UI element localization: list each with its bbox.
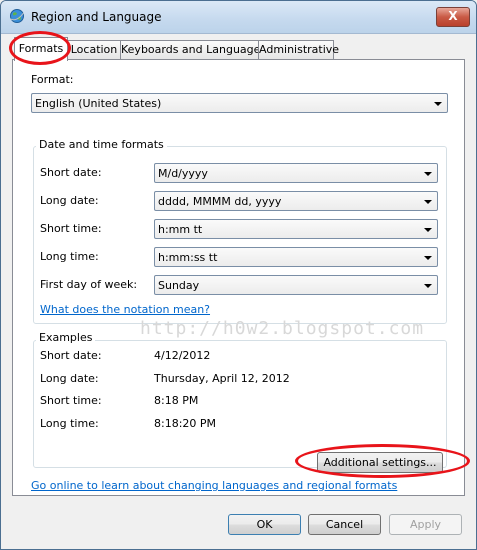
example-short-time-label: Short time: — [40, 394, 102, 407]
window-title: Region and Language — [31, 10, 162, 24]
chevron-down-icon — [424, 200, 432, 204]
example-long-date-label: Long date: — [40, 372, 99, 385]
notation-help-link[interactable]: What does the notation mean? — [40, 303, 210, 316]
example-short-time-value: 8:18 PM — [154, 394, 199, 407]
chevron-down-icon — [434, 102, 442, 106]
tab-administrative[interactable]: Administrative — [258, 40, 339, 60]
cancel-button[interactable]: Cancel — [308, 514, 381, 535]
chevron-down-icon — [424, 228, 432, 232]
long-date-value: dddd, MMMM dd, yyyy — [158, 195, 282, 208]
long-time-value: h:mm:ss tt — [158, 251, 218, 264]
date-time-formats-title: Date and time formats — [36, 138, 167, 151]
formats-tab-panel: Format: English (United States) Date and… — [12, 59, 465, 496]
long-time-label: Long time: — [40, 250, 99, 263]
ok-button[interactable]: OK — [228, 514, 301, 535]
chevron-down-icon — [424, 284, 432, 288]
title-bar[interactable]: Region and Language X — [1, 1, 476, 34]
first-day-of-week-value: Sunday — [158, 279, 200, 292]
example-short-date-label: Short date: — [40, 349, 102, 362]
format-label: Format: — [31, 73, 74, 86]
tab-formats[interactable]: Formats — [14, 37, 68, 61]
tab-location[interactable]: Location — [67, 40, 121, 60]
short-time-dropdown[interactable]: h:mm tt — [154, 219, 438, 239]
chevron-down-icon — [424, 172, 432, 176]
online-help-link[interactable]: Go online to learn about changing langua… — [31, 479, 397, 492]
dialog-client-area: Formats Location Keyboards and Languages… — [7, 34, 470, 546]
apply-button[interactable]: Apply — [389, 514, 462, 535]
examples-title: Examples — [36, 331, 96, 344]
short-date-dropdown[interactable]: M/d/yyyy — [154, 163, 438, 183]
short-time-value: h:mm tt — [158, 223, 203, 236]
globe-icon — [10, 9, 24, 23]
region-and-language-window: Region and Language X Formats Location K… — [0, 0, 477, 550]
format-value: English (United States) — [35, 97, 162, 110]
chevron-down-icon — [424, 256, 432, 260]
long-date-dropdown[interactable]: dddd, MMMM dd, yyyy — [154, 191, 438, 211]
format-dropdown[interactable]: English (United States) — [31, 93, 448, 113]
short-date-value: M/d/yyyy — [158, 167, 208, 180]
additional-settings-button[interactable]: Additional settings... — [317, 452, 443, 473]
close-button[interactable]: X — [436, 7, 470, 27]
short-time-label: Short time: — [40, 222, 102, 235]
example-long-time-value: 8:18:20 PM — [154, 417, 217, 430]
tab-keyboards-and-languages[interactable]: Keyboards and Languages — [120, 40, 266, 60]
example-long-date-value: Thursday, April 12, 2012 — [154, 372, 290, 385]
example-short-date-value: 4/12/2012 — [154, 349, 211, 362]
long-date-label: Long date: — [40, 194, 99, 207]
first-day-of-week-label: First day of week: — [40, 278, 138, 291]
example-long-time-label: Long time: — [40, 417, 99, 430]
short-date-label: Short date: — [40, 166, 102, 179]
first-day-of-week-dropdown[interactable]: Sunday — [154, 275, 438, 295]
long-time-dropdown[interactable]: h:mm:ss tt — [154, 247, 438, 267]
